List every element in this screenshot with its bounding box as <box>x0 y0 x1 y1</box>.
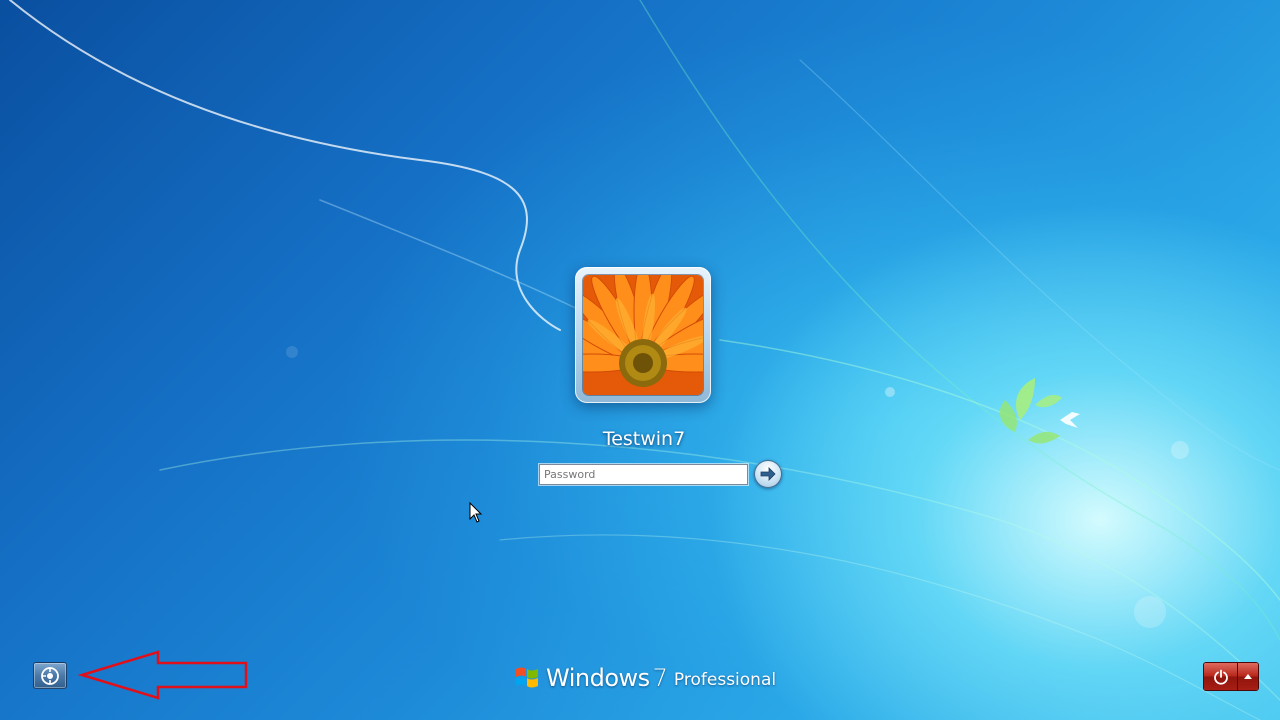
arrow-right-icon <box>760 467 776 481</box>
red-arrow-annotation <box>78 650 248 700</box>
password-field[interactable] <box>539 464 748 485</box>
ease-of-access-button[interactable] <box>33 662 67 689</box>
windows-branding: Windows 7 Professional <box>514 660 776 696</box>
mouse-cursor-icon <box>469 502 483 523</box>
shutdown-group <box>1203 662 1259 691</box>
ease-of-access-icon <box>41 666 59 685</box>
shutdown-options-button[interactable] <box>1238 663 1258 690</box>
brand-name: Windows <box>546 664 650 692</box>
windows-logo-icon <box>516 667 538 688</box>
brand-edition: Professional <box>673 670 777 690</box>
brand-version: 7 <box>652 664 668 692</box>
power-icon <box>1213 669 1228 685</box>
triangle-up-icon <box>1244 674 1252 679</box>
flower-avatar-icon <box>583 275 703 395</box>
submit-button[interactable] <box>754 460 782 488</box>
shutdown-button[interactable] <box>1204 663 1238 690</box>
user-avatar[interactable] <box>575 267 711 403</box>
leaf-decoration <box>999 378 1080 444</box>
username-label: Testwin7 <box>602 428 686 450</box>
